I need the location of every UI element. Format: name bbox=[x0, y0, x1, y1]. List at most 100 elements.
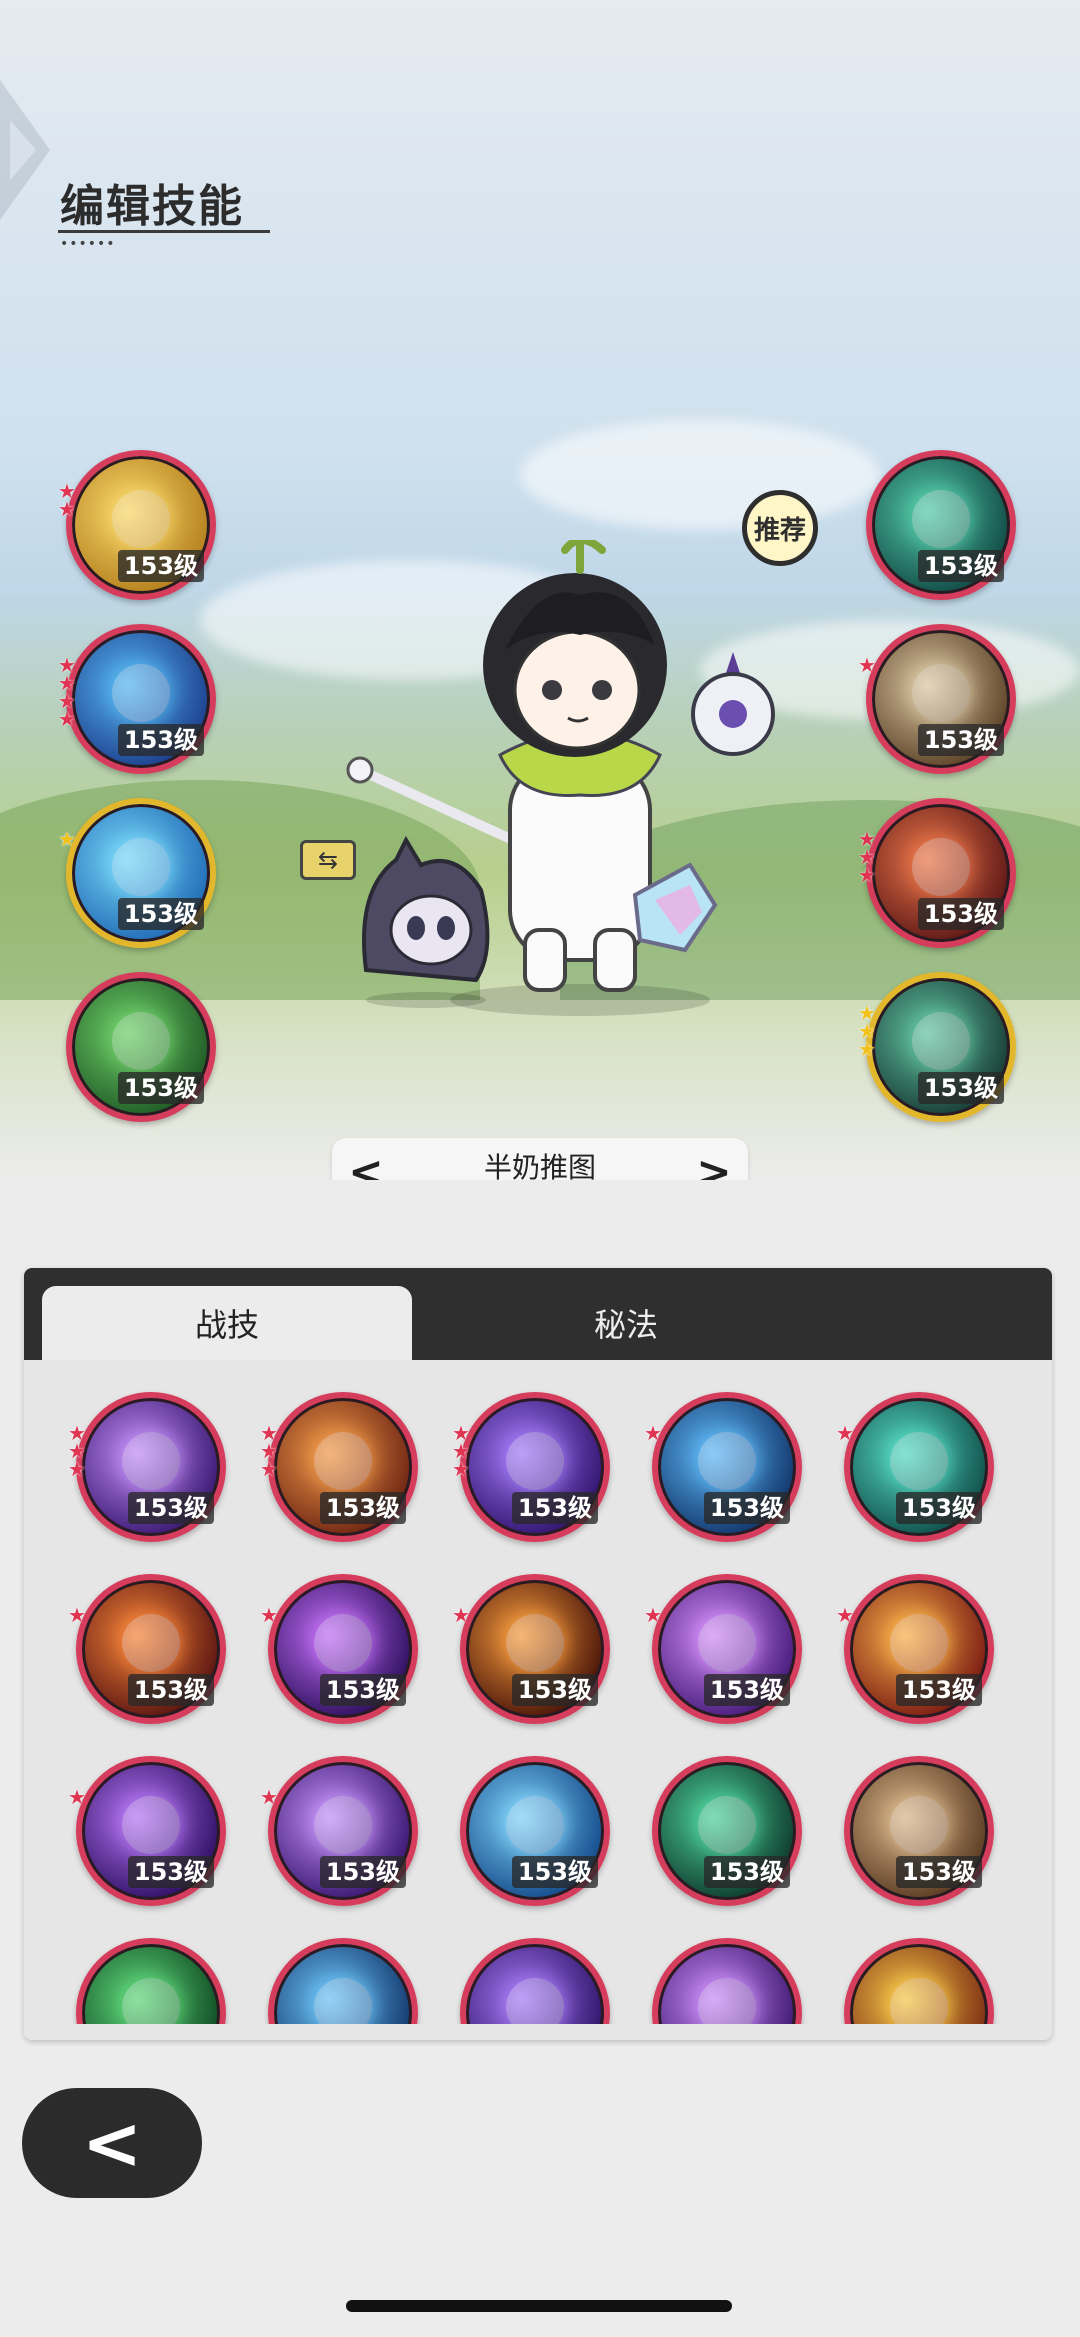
star-rating: ★ bbox=[58, 827, 78, 851]
star-icon: ★ bbox=[858, 863, 876, 887]
skill-slot[interactable]: ★ 153级 bbox=[68, 1756, 226, 1906]
skill-level-badge: 153级 bbox=[127, 1674, 214, 1706]
star-icon: ★ bbox=[58, 827, 76, 851]
earth-shield-icon bbox=[890, 1796, 948, 1854]
light-pillar-icon bbox=[912, 664, 970, 722]
skill-level-badge: 153级 bbox=[127, 1856, 214, 1888]
skill-slot[interactable]: ★ 153级 bbox=[836, 1574, 994, 1724]
tab-arcane-skills[interactable]: 秘法 bbox=[412, 1286, 840, 1360]
skill-tabs: 战技 秘法 bbox=[24, 1268, 1052, 1360]
skill-level-badge: 153级 bbox=[703, 1856, 790, 1888]
skill-slot[interactable]: 153级 bbox=[652, 1756, 802, 1906]
nature-shield-icon bbox=[112, 1012, 170, 1070]
skill-slot[interactable]: ★ ★ ★ 153级 bbox=[452, 1392, 610, 1542]
corner-ornament-icon bbox=[0, 80, 50, 220]
skill-level-badge: 153级 bbox=[895, 1856, 982, 1888]
green-thorn-icon bbox=[698, 1796, 756, 1854]
skill-level-badge: 153级 bbox=[319, 1856, 406, 1888]
star-rating: ★ bbox=[260, 1785, 280, 1809]
skill-slot[interactable]: ★ ★ ★ ★ 153级 bbox=[58, 624, 216, 774]
skill-slot[interactable]: ★ 153级 bbox=[58, 798, 216, 948]
tab-combat-skills[interactable]: 战技 bbox=[42, 1286, 412, 1360]
star-icon: ★ bbox=[68, 1457, 86, 1481]
skill-level-badge: 153级 bbox=[319, 1674, 406, 1706]
star-icon: ★ bbox=[68, 1603, 86, 1627]
skill-slot[interactable]: 153级 bbox=[844, 1756, 994, 1906]
skill-slot[interactable]: ★ ★ ★ 153级 bbox=[858, 798, 1016, 948]
star-icon: ★ bbox=[644, 1421, 662, 1445]
skill-level-badge: 153级 bbox=[511, 1856, 598, 1888]
cloud bbox=[520, 420, 880, 530]
skill-level-badge: 153级 bbox=[917, 898, 1004, 930]
star-icon: ★ bbox=[452, 1457, 470, 1481]
skill-slot[interactable]: ★ ★ ★ 153级 bbox=[858, 972, 1016, 1122]
golden-sparkle-icon bbox=[112, 490, 170, 548]
star-rating: ★ ★ ★ bbox=[858, 829, 878, 887]
star-icon: ★ bbox=[58, 497, 76, 521]
skill-slot[interactable]: ★ 153级 bbox=[858, 624, 1016, 774]
skill-slot[interactable]: 153级 bbox=[866, 450, 1016, 600]
page-title: 编辑技能 bbox=[60, 181, 244, 232]
star-rating: ★ ★ ★ bbox=[858, 1003, 878, 1061]
skill-level-badge: 153级 bbox=[319, 1492, 406, 1524]
ice-shatter-icon bbox=[506, 1796, 564, 1854]
skill-slot[interactable]: ★ ★ ★ 153级 bbox=[260, 1392, 418, 1542]
violet-burst-icon bbox=[698, 1614, 756, 1672]
star-rating: ★ bbox=[644, 1605, 664, 1625]
grid-bottom-edge bbox=[24, 2024, 1052, 2040]
star-icon: ★ bbox=[452, 1603, 470, 1627]
skill-slot[interactable]: ★ ★ 153级 bbox=[58, 450, 216, 600]
skill-level-badge: 153级 bbox=[117, 1072, 204, 1104]
skill-slot[interactable]: ★ 153级 bbox=[68, 1574, 226, 1724]
skill-level-badge: 153级 bbox=[917, 724, 1004, 756]
ice-golem-icon bbox=[112, 664, 170, 722]
fire-orb-icon bbox=[890, 1614, 948, 1672]
skill-slot[interactable]: 153级 bbox=[66, 972, 216, 1122]
violet-hand-icon bbox=[122, 1432, 180, 1490]
companion-pet bbox=[362, 835, 490, 1008]
skill-grid: ★ ★ ★ 153级 ★ ★ ★ 153级 ★ ★ ★ 153级 ★ 153级 ★ 153级 ★ 153级 ★ 153… bbox=[24, 1360, 1052, 2040]
star-rating: ★ bbox=[68, 1785, 88, 1809]
star-icon: ★ bbox=[68, 1785, 86, 1809]
skill-level-badge: 153级 bbox=[895, 1674, 982, 1706]
skill-level-badge: 153级 bbox=[117, 550, 204, 582]
preset-selector: < 半奶推图 > bbox=[332, 1138, 748, 1180]
skill-slot[interactable]: 153级 bbox=[460, 1756, 610, 1906]
star-icon: ★ bbox=[836, 1603, 854, 1627]
skill-level-badge: 153级 bbox=[895, 1492, 982, 1524]
skill-level-badge: 153级 bbox=[511, 1492, 598, 1524]
star-rating: ★ bbox=[68, 1603, 88, 1627]
star-icon: ★ bbox=[858, 1037, 876, 1061]
purple-eye-icon bbox=[314, 1614, 372, 1672]
battle-scene-background: 编辑技能 •••••• ★ ★ 153级 ★ ★ ★ ★ 153级 ★ 153级 153级 153级… bbox=[0, 0, 1080, 1180]
skill-slot[interactable]: ★ 153级 bbox=[836, 1392, 994, 1542]
star-rating: ★ bbox=[836, 1421, 856, 1445]
swap-companion-icon[interactable]: ⇆ bbox=[300, 840, 356, 880]
blue-wave-icon bbox=[698, 1432, 756, 1490]
floating-orb-pet bbox=[691, 652, 775, 756]
purple-star-icon bbox=[314, 1796, 372, 1854]
title-underline bbox=[58, 230, 270, 233]
star-icon: ★ bbox=[260, 1785, 278, 1809]
skill-slot[interactable]: ★ 153级 bbox=[452, 1574, 610, 1724]
skill-slot[interactable]: ★ 153级 bbox=[644, 1574, 802, 1724]
skill-slot[interactable]: ★ 153级 bbox=[260, 1574, 418, 1724]
skill-slot[interactable]: ★ ★ ★ 153级 bbox=[68, 1392, 226, 1542]
skill-level-badge: 153级 bbox=[703, 1674, 790, 1706]
skill-slot[interactable]: ★ 153级 bbox=[644, 1392, 802, 1542]
star-rating: ★ bbox=[452, 1603, 472, 1627]
skill-slot[interactable]: ★ 153级 bbox=[260, 1756, 418, 1906]
preset-next-button[interactable]: > bbox=[684, 1144, 744, 1180]
skill-level-badge: 153级 bbox=[117, 898, 204, 930]
teal-vortex-icon bbox=[890, 1432, 948, 1490]
skill-level-badge: 153级 bbox=[917, 1072, 1004, 1104]
back-button[interactable]: < bbox=[22, 2088, 202, 2198]
skill-level-badge: 153级 bbox=[127, 1492, 214, 1524]
star-rating: ★ bbox=[858, 655, 878, 675]
shadow-figure-icon bbox=[912, 490, 970, 548]
star-rating: ★ ★ bbox=[58, 481, 78, 521]
star-icon: ★ bbox=[836, 1421, 854, 1445]
fire-swirl-icon bbox=[506, 1614, 564, 1672]
star-icon: ★ bbox=[260, 1603, 278, 1627]
star-rating: ★ ★ ★ bbox=[260, 1423, 280, 1479]
